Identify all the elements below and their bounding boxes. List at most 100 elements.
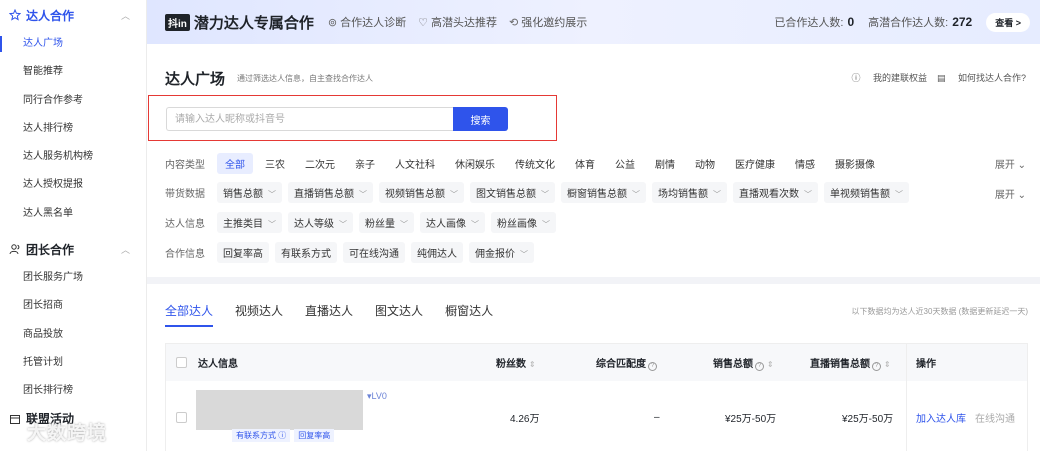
chip-content-type[interactable]: 公益 bbox=[607, 153, 643, 174]
tab-all[interactable]: 全部达人 bbox=[165, 302, 214, 327]
chip-content-type[interactable]: 体育 bbox=[567, 153, 603, 174]
sidebar-item-managed-plan[interactable]: 托管计划 bbox=[0, 349, 146, 377]
dropdown-label: 图文销售总额 bbox=[476, 188, 536, 200]
banner-link-diagnosis[interactable]: ⊚ 合作达人诊断 bbox=[328, 14, 406, 30]
tab-window[interactable]: 橱窗达人 bbox=[445, 302, 493, 327]
banner-link-recommend[interactable]: ♡ 高潜头达推荐 bbox=[418, 14, 497, 30]
header-live-sales[interactable]: 直播销售总额? ⇕ bbox=[810, 355, 891, 371]
header-info: 达人信息 bbox=[198, 359, 238, 370]
dropdown-info[interactable]: 粉丝量 ﹀ bbox=[359, 211, 414, 233]
dropdown-label: 销售总额 bbox=[223, 188, 263, 200]
my-rights-link[interactable]: ⓘ 我的建联权益 bbox=[851, 71, 927, 84]
chip-coop[interactable]: 有联系方式 bbox=[275, 241, 337, 263]
view-button[interactable]: 查看 > bbox=[986, 12, 1030, 32]
chip-content-type[interactable]: 传统文化 bbox=[507, 153, 563, 174]
dropdown-info[interactable]: 达人等级 ﹀ bbox=[288, 211, 353, 233]
chip-coop[interactable]: 回复率高 bbox=[217, 241, 269, 263]
sidebar-item-agency-ranking[interactable]: 达人服务机构榜 bbox=[0, 143, 146, 171]
chip-coop[interactable]: 可在线沟通 bbox=[343, 241, 405, 263]
chip-content-type[interactable]: 动物 bbox=[687, 153, 723, 174]
sidebar-group-label: 团长合作 bbox=[26, 242, 75, 257]
chevron-down-icon: ⌄ bbox=[1017, 160, 1026, 171]
sidebar-item-peer-reference[interactable]: 同行合作参考 bbox=[0, 87, 146, 115]
chip-content-type[interactable]: 情感 bbox=[787, 153, 823, 174]
tab-graphic[interactable]: 图文达人 bbox=[375, 302, 423, 327]
chevron-down-icon: ﹀ bbox=[895, 189, 903, 199]
dropdown-sales[interactable]: 直播观看次数 ﹀ bbox=[733, 181, 818, 203]
watermark-text: 大数跨境 bbox=[27, 423, 108, 444]
chevron-down-icon: ﹀ bbox=[359, 189, 367, 199]
chevron-down-icon: ﹀ bbox=[804, 189, 812, 199]
dropdown-sales[interactable]: 视频销售总额 ﹀ bbox=[379, 181, 464, 203]
search-input[interactable] bbox=[166, 107, 453, 131]
my-rights-label: 我的建联权益 bbox=[872, 73, 927, 83]
sidebar-item-leader-recruit[interactable]: 团长招商 bbox=[0, 292, 146, 320]
howto-label: 如何找达人合作? bbox=[957, 73, 1026, 83]
dropdown-info[interactable]: 主推类目 ﹀ bbox=[217, 211, 282, 233]
row-checkbox[interactable] bbox=[176, 411, 187, 423]
brand-logo: 抖in bbox=[165, 13, 190, 31]
add-to-library-link[interactable]: 加入达人库 bbox=[916, 410, 966, 425]
dropdown-label: 直播观看次数 bbox=[739, 188, 799, 200]
header-ops: 操作 bbox=[906, 344, 936, 381]
sidebar-item-blacklist[interactable]: 达人黑名单 bbox=[0, 200, 146, 228]
dropdown-info[interactable]: 达人画像 ﹀ bbox=[420, 211, 485, 233]
promo-banner: 抖in 潜力达人专属合作 ⊚ 合作达人诊断 ♡ 高潜头达推荐 ⟲ 强化邀约展示 已合作… bbox=[147, 0, 1040, 44]
chip-content-type[interactable]: 人文社科 bbox=[387, 153, 443, 174]
chip-content-type[interactable]: 剧情 bbox=[647, 153, 683, 174]
filter-row-coop: 合作信息 回复率高 有联系方式 可在线沟通 纯佣达人 佣金报价 ﹀ bbox=[165, 241, 540, 263]
dropdown-sales[interactable]: 橱窗销售总额 ﹀ bbox=[561, 181, 646, 203]
sidebar-item-leader-square[interactable]: 团长服务广场 bbox=[0, 264, 146, 292]
chevron-down-icon: ﹀ bbox=[400, 219, 408, 229]
chip-content-type[interactable]: 二次元 bbox=[297, 153, 343, 174]
dropdown-sales[interactable]: 销售总额 ﹀ bbox=[217, 181, 282, 203]
expand-content-button[interactable]: 展开 ⌄ bbox=[995, 156, 1026, 171]
sidebar-group-creator-coop[interactable]: 达人合作 ︿ bbox=[0, 0, 146, 30]
dropdown-sales[interactable]: 单视频销售额 ﹀ bbox=[824, 181, 909, 203]
chip-content-type[interactable]: 三农 bbox=[257, 153, 293, 174]
stat-potential-label: 高潜合作达人数: bbox=[868, 17, 949, 29]
sidebar-group-leader-coop[interactable]: 团长合作 ︿ bbox=[0, 234, 146, 264]
chip-content-type[interactable]: 亲子 bbox=[347, 153, 383, 174]
creator-avatar-blurred[interactable] bbox=[196, 390, 363, 430]
online-chat-link[interactable]: 在线沟通 bbox=[975, 410, 1015, 425]
banner-link-label: 强化邀约展示 bbox=[521, 17, 588, 29]
table-row: ▾LV0 有联系方式 ⓘ 回复率高 4.26万 – ¥25万-50万 ¥25万-… bbox=[166, 381, 1027, 451]
chip-content-type[interactable]: 全部 bbox=[217, 152, 253, 174]
chip-coop[interactable]: 纯佣达人 bbox=[411, 241, 463, 263]
howto-link[interactable]: ▤ 如何找达人合作? bbox=[937, 71, 1026, 84]
banner-link-invite[interactable]: ⟲ 强化邀约展示 bbox=[509, 14, 587, 30]
top-links: ⓘ 我的建联权益 ▤ 如何找达人合作? bbox=[841, 71, 1026, 84]
sidebar-item-auth-report[interactable]: 达人授权提报 bbox=[0, 171, 146, 199]
search-button[interactable]: 搜索 bbox=[453, 107, 508, 131]
header-fans[interactable]: 粉丝数 ⇕ bbox=[496, 355, 536, 370]
expand-label: 展开 bbox=[994, 190, 1015, 201]
filter-row-content: 内容类型 全部 三农 二次元 亲子 人文社科 休闲娱乐 传统文化 体育 公益 剧… bbox=[165, 152, 887, 174]
dropdown-label: 佣金报价 bbox=[475, 248, 515, 260]
dropdown-info[interactable]: 粉丝画像 ﹀ bbox=[491, 211, 556, 233]
target-icon: ⊚ bbox=[327, 16, 338, 29]
dropdown-sales[interactable]: 图文销售总额 ﹀ bbox=[470, 181, 555, 203]
tab-video[interactable]: 视频达人 bbox=[235, 302, 283, 327]
sidebar-item-product-placement[interactable]: 商品投放 bbox=[0, 321, 146, 349]
chip-content-type[interactable]: 摄影摄像 bbox=[827, 153, 883, 174]
sort-icon: ⇕ bbox=[884, 359, 891, 369]
stat-cooperated-value: 0 bbox=[847, 15, 855, 29]
chip-content-type[interactable]: 医疗健康 bbox=[727, 153, 783, 174]
tab-live[interactable]: 直播达人 bbox=[305, 302, 353, 327]
header-label: 综合匹配度 bbox=[596, 358, 646, 370]
dropdown-commission[interactable]: 佣金报价 ﹀ bbox=[469, 241, 534, 263]
dropdown-sales[interactable]: 场均销售额 ﹀ bbox=[652, 181, 727, 203]
sidebar-item-smart-recommend[interactable]: 智能推荐 bbox=[0, 58, 146, 86]
sidebar-item-creator-square[interactable]: 达人广场 bbox=[0, 30, 146, 58]
chip-content-type[interactable]: 休闲娱乐 bbox=[447, 153, 503, 174]
dropdown-label: 橱窗销售总额 bbox=[567, 188, 627, 200]
help-icon: ? bbox=[648, 361, 657, 371]
sidebar-item-leader-ranking[interactable]: 团长排行榜 bbox=[0, 377, 146, 405]
watermark-logo-icon bbox=[4, 426, 24, 441]
sidebar-item-creator-ranking[interactable]: 达人排行榜 bbox=[0, 115, 146, 143]
expand-sales-button[interactable]: 展开 ⌄ bbox=[995, 186, 1026, 201]
header-sales[interactable]: 销售总额? ⇕ bbox=[713, 355, 774, 371]
dropdown-sales[interactable]: 直播销售总额 ﹀ bbox=[288, 181, 373, 203]
select-all-checkbox[interactable] bbox=[176, 357, 187, 368]
